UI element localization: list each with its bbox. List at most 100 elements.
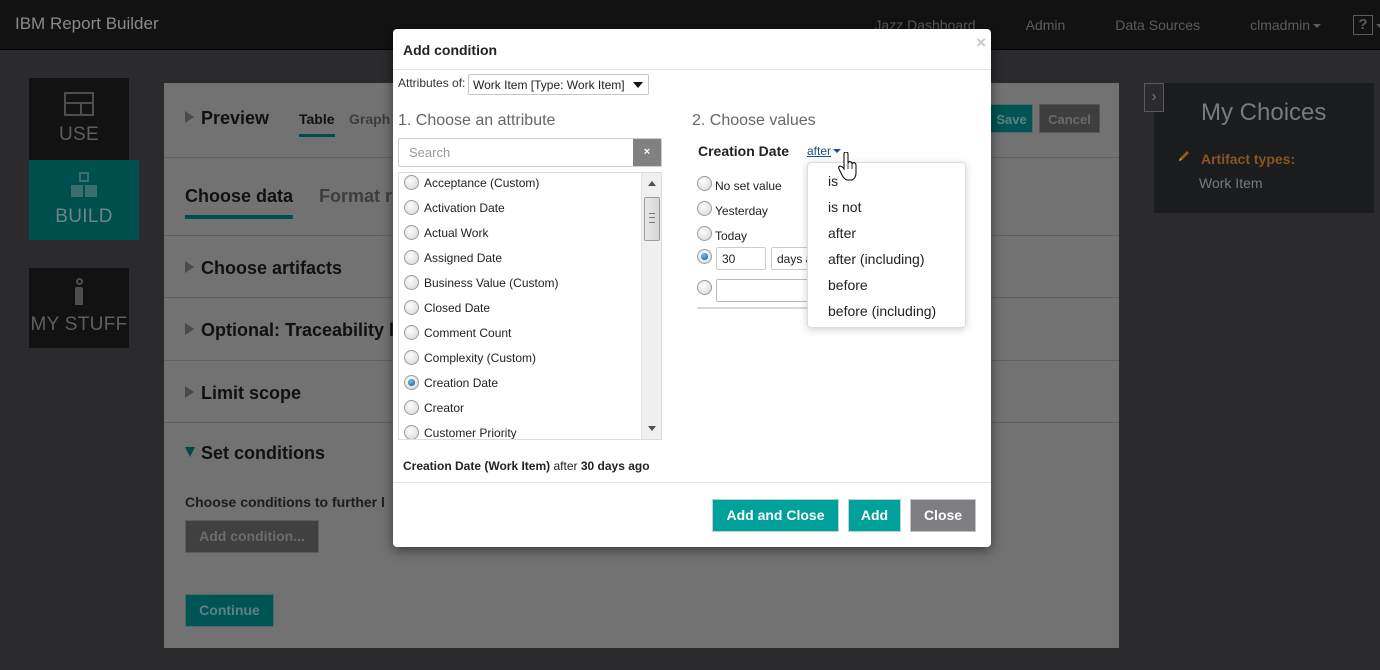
close-icon[interactable]: × <box>976 33 986 53</box>
artifact-types-value: Work Item <box>1199 175 1263 191</box>
attribute-search: × <box>398 138 662 167</box>
attribute-item[interactable]: Acceptance (Custom) <box>399 173 639 195</box>
operator-option-is-not[interactable]: is not <box>828 199 861 215</box>
radio-button[interactable] <box>404 175 419 190</box>
tab-format-report[interactable]: Format r <box>319 186 392 207</box>
radio-button[interactable] <box>404 350 419 365</box>
cancel-button[interactable]: Cancel <box>1039 104 1100 133</box>
chevron-down-icon <box>1313 24 1321 28</box>
step1-title: 1. Choose an attribute <box>398 112 556 129</box>
value-option-days-ago[interactable] <box>697 249 715 264</box>
clear-search-button[interactable]: × <box>633 139 661 166</box>
help-button[interactable]: ? <box>1353 15 1373 35</box>
attributes-of-label: Attributes of: <box>398 76 466 90</box>
tab-choose-data[interactable]: Choose data <box>185 186 294 219</box>
add-button[interactable]: Add <box>848 499 901 532</box>
radio-button[interactable] <box>404 275 419 290</box>
radio-button[interactable] <box>697 200 712 216</box>
attribute-item[interactable]: Assigned Date <box>399 245 639 270</box>
expand-triangle-icon <box>185 323 194 335</box>
pencil-icon[interactable] <box>1177 149 1191 163</box>
dialog-title: Add condition <box>403 42 498 58</box>
radio-button[interactable] <box>404 300 419 315</box>
radio-button[interactable] <box>697 175 712 191</box>
operator-menu: is is not after after (including) before… <box>807 162 966 328</box>
set-conditions-description: Choose conditions to further l <box>185 494 385 510</box>
date-input[interactable] <box>716 279 816 302</box>
condition-summary: Creation Date (Work Item) after 30 days … <box>403 459 650 473</box>
expand-triangle-icon <box>185 261 194 273</box>
radio-button[interactable] <box>697 225 712 241</box>
user-menu[interactable]: clmadmin <box>1250 17 1321 33</box>
dialog-header: Add condition × <box>393 29 991 70</box>
table-icon <box>64 92 94 116</box>
days-count-input[interactable]: 30 <box>716 247 766 270</box>
operator-option-before-including[interactable]: before (including) <box>828 303 936 319</box>
add-condition-dialog: Add condition × Attributes of: Work Item… <box>393 29 991 547</box>
scroll-down-arrow-icon[interactable] <box>648 426 656 431</box>
attribute-item[interactable]: Comment Count <box>399 320 639 345</box>
radio-button[interactable] <box>404 200 419 215</box>
continue-button[interactable]: Continue <box>185 594 274 627</box>
operator-option-after[interactable]: after <box>828 225 856 241</box>
radio-button[interactable] <box>697 280 712 295</box>
expand-triangle-icon <box>185 386 194 398</box>
close-button[interactable]: Close <box>910 499 976 532</box>
radio-button[interactable] <box>404 325 419 340</box>
nav-tile-label: USE <box>59 124 99 145</box>
operator-option-before[interactable]: before <box>828 277 868 293</box>
scrollbar-thumb[interactable] <box>644 197 660 241</box>
radio-button-checked[interactable] <box>404 375 419 390</box>
section-set-conditions[interactable]: Set conditions <box>185 443 325 464</box>
attribute-item[interactable]: Closed Date <box>399 295 639 320</box>
radio-button[interactable] <box>404 225 419 240</box>
scroll-up-arrow-icon[interactable] <box>648 181 656 186</box>
radio-button[interactable] <box>404 250 419 265</box>
attribute-item[interactable]: Activation Date <box>399 195 639 220</box>
radio-button[interactable] <box>404 400 419 415</box>
value-option-yesterday[interactable]: Yesterday <box>697 198 768 218</box>
radio-button[interactable] <box>404 425 419 439</box>
nav-tile-my-stuff[interactable]: MY STUFF <box>29 268 129 348</box>
chevron-down-icon <box>833 149 842 153</box>
person-icon <box>73 278 85 308</box>
save-button[interactable]: Save <box>990 104 1033 133</box>
build-blocks-icon <box>71 172 97 198</box>
operator-dropdown[interactable]: after <box>807 144 842 158</box>
user-name: clmadmin <box>1250 17 1310 33</box>
operator-option-is[interactable]: is <box>828 173 838 189</box>
expand-triangle-icon <box>185 111 194 123</box>
chevron-down-icon <box>633 82 643 88</box>
step2-title: 2. Choose values <box>692 112 816 129</box>
attribute-item[interactable]: Actual Work <box>399 220 639 245</box>
attribute-item[interactable]: Creator <box>399 395 639 420</box>
preview-toggle[interactable]: Preview <box>185 108 269 129</box>
attribute-item[interactable]: Customer Priority <box>399 420 639 439</box>
attribute-item[interactable]: Complexity (Custom) <box>399 345 639 370</box>
nav-admin[interactable]: Admin <box>1026 17 1066 33</box>
add-and-close-button[interactable]: Add and Close <box>712 499 839 532</box>
operator-option-after-including[interactable]: after (including) <box>828 251 925 267</box>
attributes-of-select[interactable]: Work Item [Type: Work Item] <box>468 74 649 95</box>
add-condition-button[interactable]: Add condition... <box>185 520 319 553</box>
tab-graph[interactable]: Graph <box>349 111 390 127</box>
divider <box>393 482 991 483</box>
value-option-no-set-value[interactable]: No set value <box>697 173 782 193</box>
attribute-item[interactable]: Business Value (Custom) <box>399 270 639 295</box>
value-option-today[interactable]: Today <box>697 223 747 243</box>
nav-tile-label: BUILD <box>55 206 113 227</box>
search-input[interactable] <box>399 139 634 166</box>
artifact-types-label: Artifact types: <box>1201 151 1296 167</box>
chevron-right-icon[interactable]: › <box>1144 83 1164 112</box>
attribute-item-selected[interactable]: Creation Date <box>399 370 639 395</box>
attribute-list: Acceptance (Custom) Activation Date Actu… <box>398 172 662 440</box>
attribute-list-scrollbar[interactable] <box>641 173 661 439</box>
nav-tile-build[interactable]: BUILD <box>29 160 139 240</box>
nav-data-sources[interactable]: Data Sources <box>1115 17 1200 33</box>
tab-table[interactable]: Table <box>299 111 335 137</box>
value-option-date[interactable] <box>697 280 715 295</box>
radio-button-checked[interactable] <box>697 249 712 264</box>
nav-tile-label: MY STUFF <box>30 314 128 335</box>
my-choices-title: My Choices <box>1201 99 1327 126</box>
nav-tile-use[interactable]: USE <box>29 78 129 160</box>
